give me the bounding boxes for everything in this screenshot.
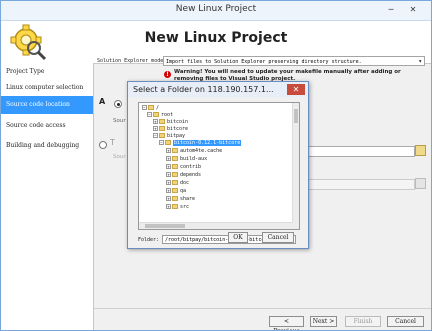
tree-horizontal-scrollbar[interactable] [139, 222, 293, 229]
dialog-title: Select a Folder on 118.190.157.1... [133, 85, 274, 94]
cancel-button[interactable]: Cancel [387, 316, 424, 327]
folder-icon [172, 148, 178, 153]
expand-toggle-icon[interactable]: + [153, 126, 158, 131]
browse-folder-button-1[interactable] [415, 145, 426, 156]
tree-node[interactable]: + qa [166, 188, 186, 195]
tree-node[interactable]: + depends [166, 172, 201, 179]
folder-icon [172, 172, 178, 177]
chevron-down-icon: ▾ [418, 58, 422, 65]
expand-toggle-icon[interactable]: + [166, 188, 171, 193]
folder-icon [172, 196, 178, 201]
expand-toggle-icon[interactable]: + [166, 204, 171, 209]
tree-node[interactable]: − / [142, 105, 159, 112]
folder-icon [159, 133, 165, 138]
explorer-mode-label: Solution Explorer mode [97, 58, 164, 64]
sidebar-item-building-and-debugging[interactable]: Building and debugging [1, 137, 93, 155]
tree-node-selected[interactable]: − bitcoin-0.12.1-bitcore [159, 140, 242, 147]
new-linux-project-window: New Linux Project ─ ✕ New Linux Project … [0, 0, 432, 331]
source-label-2: Sour [113, 154, 126, 160]
folder-icon [172, 188, 178, 193]
tree-node[interactable]: + bitcore [153, 126, 188, 133]
option-t-letter: T [110, 138, 115, 147]
expand-toggle-icon[interactable]: + [166, 196, 171, 201]
tree-node[interactable]: + share [166, 196, 195, 203]
scrollbar-thumb[interactable] [145, 224, 185, 228]
previous-button[interactable]: < Previous [269, 316, 304, 330]
source-path-field-1[interactable] [307, 146, 415, 157]
radio-option-2[interactable] [99, 141, 107, 149]
wizard-sidebar: Project Type Linux computer selection So… [1, 63, 94, 330]
expand-toggle-icon[interactable]: + [166, 148, 171, 153]
expand-toggle-icon[interactable]: + [153, 119, 158, 124]
folder-icon [172, 204, 178, 209]
dialog-cancel-button[interactable]: Cancel [262, 232, 294, 243]
tree-node[interactable]: + contrib [166, 164, 201, 171]
footer-divider [94, 308, 431, 309]
tree-node[interactable]: − bitpay [153, 133, 185, 140]
collapse-toggle-icon[interactable]: − [159, 140, 164, 145]
tree-node[interactable]: + bitcoin [153, 119, 188, 126]
sidebar-item-source-code-access[interactable]: Source code access [1, 117, 93, 135]
finish-button: Finish [345, 316, 381, 327]
folder-icon [165, 140, 171, 145]
next-button[interactable]: Next > [310, 316, 337, 327]
folder-label: Folder: [138, 237, 160, 243]
expand-toggle-icon[interactable]: + [166, 156, 171, 161]
sidebar-item-source-code-location[interactable]: Source code location [1, 96, 93, 114]
radio-option-1[interactable] [114, 100, 122, 108]
title-bar: New Linux Project ─ ✕ [1, 1, 431, 21]
scrollbar-thumb[interactable] [294, 109, 298, 123]
folder-tree[interactable]: − / − root + bitcoin + bitcore − bitpay − bitc… [138, 102, 300, 230]
expand-toggle-icon[interactable]: + [166, 164, 171, 169]
source-path-field-2 [307, 179, 415, 190]
explorer-mode-select[interactable]: Import files to Solution Explorer preser… [163, 56, 425, 66]
expand-toggle-icon[interactable]: + [166, 180, 171, 185]
header-title: New Linux Project [144, 30, 288, 46]
tree-node[interactable]: + autom4te.cache [166, 148, 222, 155]
source-label-1: Sour [113, 118, 126, 124]
dialog-title-bar: Select a Folder on 118.190.157.1... ✕ [128, 82, 308, 97]
dialog-close-button[interactable]: ✕ [287, 84, 305, 95]
window-title: New Linux Project [175, 4, 257, 14]
folder-icon [172, 164, 178, 169]
tree-vertical-scrollbar[interactable] [292, 103, 299, 229]
sidebar-item-linux-computer-selection[interactable]: Linux computer selection [1, 79, 93, 97]
collapse-toggle-icon[interactable]: − [142, 105, 147, 110]
select-folder-dialog: Select a Folder on 118.190.157.1... ✕ − /… [127, 81, 309, 249]
minimize-button[interactable]: ─ [385, 4, 397, 15]
folder-icon [172, 156, 178, 161]
folder-icon [159, 126, 165, 131]
option-a-letter: A [99, 97, 106, 106]
folder-icon [148, 105, 154, 110]
tree-node[interactable]: + build-aux [166, 156, 207, 163]
collapse-toggle-icon[interactable]: − [153, 133, 158, 138]
warning-icon: ! [164, 71, 171, 78]
tree-node[interactable]: − root [147, 112, 173, 119]
folder-icon [159, 119, 165, 124]
dialog-ok-button[interactable]: OK [228, 232, 248, 243]
tree-node[interactable]: + src [166, 204, 189, 211]
explorer-mode-value: Import files to Solution Explorer preser… [166, 59, 362, 65]
browse-folder-button-2 [415, 178, 426, 189]
folder-icon [172, 180, 178, 185]
collapse-toggle-icon[interactable]: − [147, 112, 152, 117]
tree-node[interactable]: + doc [166, 180, 189, 187]
close-window-button[interactable]: ✕ [407, 4, 419, 15]
expand-toggle-icon[interactable]: + [166, 172, 171, 177]
folder-icon [153, 112, 159, 117]
